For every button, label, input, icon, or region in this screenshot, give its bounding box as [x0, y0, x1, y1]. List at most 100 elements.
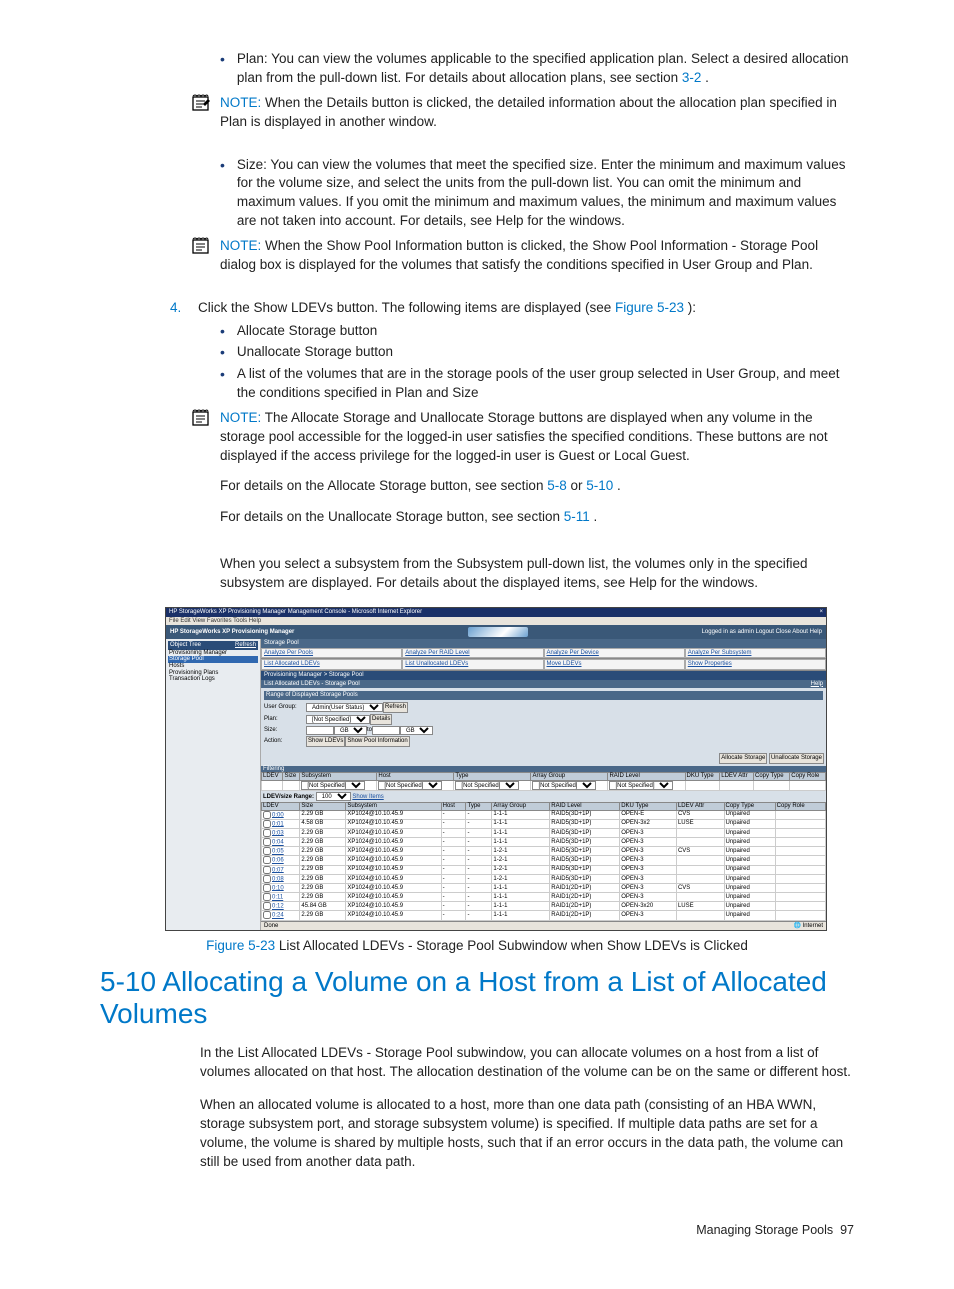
ldev-link[interactable]: 0:01 [272, 821, 284, 827]
col-header: LDEV Attr [720, 773, 754, 781]
allocate-button[interactable]: Allocate Storage [719, 753, 767, 764]
row-checkbox[interactable] [263, 893, 271, 901]
note-plan: NOTE: When the Details button is clicked… [190, 94, 854, 132]
row-checkbox[interactable] [263, 820, 271, 828]
subwindow-title: List Allocated LDEVs - Storage Pool Help [261, 680, 826, 689]
figure-5-23: HP StorageWorks XP Provisioning Manager … [165, 607, 854, 931]
statusbar: Done 🌐 Internet [261, 921, 826, 931]
ldev-link[interactable]: 0:24 [272, 913, 284, 919]
size-unit-select[interactable]: GB [334, 726, 367, 735]
range-select[interactable]: 100 [316, 792, 351, 801]
link-5-11[interactable]: 5-11 [564, 509, 594, 524]
bullet-dot-icon: • [220, 343, 225, 363]
row-checkbox[interactable] [263, 856, 271, 864]
col-header: Type [466, 802, 492, 810]
row-checkbox[interactable] [263, 829, 271, 837]
note1-text: When the Details button is clicked, the … [220, 95, 837, 129]
tab[interactable]: Analyze Per Pools [261, 648, 402, 659]
row-checkbox[interactable] [263, 884, 271, 892]
link-figure-5-23[interactable]: Figure 5-23 [615, 300, 684, 315]
size-min-input[interactable] [306, 726, 334, 735]
filter-select[interactable]: [Not Specified] [455, 781, 519, 790]
size-max-input[interactable] [372, 726, 400, 735]
body-p2: When an allocated volume is allocated to… [200, 1096, 854, 1172]
row-checkbox[interactable] [263, 911, 271, 919]
filter-select[interactable]: [Not Specified] [532, 781, 596, 790]
ldev-link[interactable]: 0:06 [272, 858, 284, 864]
show-items-link[interactable]: Show Items [352, 794, 383, 800]
show-poolinfo-button[interactable]: Show Pool Information [345, 736, 409, 747]
user-links[interactable]: Logged in as admin Logout Close About He… [702, 629, 822, 636]
col-header: Host [441, 802, 466, 810]
details-button[interactable]: Details [370, 714, 392, 725]
tab[interactable]: Move LDEVs [544, 659, 685, 670]
bullet-dot-icon: • [220, 365, 225, 403]
note-poolinfo: NOTE: When the Show Pool Information but… [190, 237, 854, 275]
tab[interactable]: Analyze Per Device [544, 648, 685, 659]
col-header: LDEV [262, 773, 283, 781]
row-checkbox[interactable] [263, 866, 271, 874]
col-header: Copy Role [775, 802, 825, 810]
help-link[interactable]: Help [811, 681, 823, 688]
col-header: DKU Type [685, 773, 720, 781]
tab[interactable]: List Unallocated LDEVs [402, 659, 543, 670]
row-checkbox[interactable] [263, 875, 271, 883]
ldev-link[interactable]: 0:08 [272, 876, 284, 882]
nav-item[interactable]: Transaction Logs [168, 676, 258, 683]
action-buttons: Allocate Storage Unallocate Storage [261, 751, 826, 766]
close-icon[interactable]: × [819, 609, 823, 616]
ldev-link[interactable]: 0:03 [272, 830, 284, 836]
plan-select[interactable]: [Not Specified] [306, 715, 370, 724]
ldev-link[interactable]: 0:00 [272, 812, 284, 818]
ldev-table: LDEVSizeSubsystemHostTypeArray GroupRAID… [261, 772, 826, 791]
ldev-link[interactable]: 0:10 [272, 885, 284, 891]
col-header: Size [283, 773, 300, 781]
filter-select[interactable]: [Not Specified] [378, 781, 442, 790]
tab[interactable]: Show Properties [685, 659, 826, 670]
nav-item-selected[interactable]: Storage Pool [168, 656, 258, 663]
tab[interactable]: Analyze Per RAID Level [402, 648, 543, 659]
link-3-2[interactable]: 3-2 [682, 70, 705, 85]
ldev-link[interactable]: 0:04 [272, 840, 284, 846]
usergroup-select[interactable]: Admin(User Status) [306, 703, 383, 712]
col-header: Subsystem [300, 773, 377, 781]
note-icon [190, 409, 212, 427]
note2-text: When the Show Pool Information button is… [220, 238, 818, 272]
tab[interactable]: List Allocated LDEVs [261, 659, 402, 670]
ldev-link[interactable]: 0:05 [272, 849, 284, 855]
row-checkbox[interactable] [263, 811, 271, 819]
nav-item[interactable]: Provisioning Manager [168, 650, 258, 657]
row-checkbox[interactable] [263, 902, 271, 910]
ldev-link[interactable]: 0:07 [272, 867, 284, 873]
size-unit-select[interactable]: GB [400, 726, 433, 735]
refresh-button[interactable]: Refresh [383, 702, 408, 713]
table-row: 0:002.29 GBXP1024@10.10.45.9--1-1-1RAID5… [262, 810, 826, 819]
show-ldevs-button[interactable]: Show LDEVs [306, 736, 345, 747]
figure-label: Figure 5-23 [206, 938, 275, 953]
nav-item[interactable]: Provisioning Plans [168, 670, 258, 677]
nav-item[interactable]: Hosts [168, 663, 258, 670]
bullet-size: • Size: You can view the volumes that me… [220, 156, 854, 232]
table-row: 0:1245.84 GBXP1024@10.10.45.9--1-1-1RAID… [262, 902, 826, 911]
note3-p1: The Allocate Storage and Unallocate Stor… [220, 410, 828, 463]
filter-select[interactable]: [Not Specified] [301, 781, 365, 790]
link-5-8[interactable]: 5-8 [547, 478, 570, 493]
tab[interactable]: Analyze Per Subsystem [685, 648, 826, 659]
note-icon [190, 237, 212, 255]
refresh-link[interactable]: Refresh [235, 642, 256, 649]
ldev-link[interactable]: 0:12 [272, 904, 284, 910]
ldev-link[interactable]: 0:11 [272, 895, 283, 901]
row-checkbox[interactable] [263, 838, 271, 846]
menubar[interactable]: File Edit View Favorites Tools Help [166, 617, 826, 626]
breadcrumb: Provisioning Manager > Storage Pool [261, 671, 826, 680]
brand-swoosh-icon [468, 627, 528, 637]
brand-label: HP StorageWorks XP Provisioning Manager [170, 629, 294, 635]
unallocate-button[interactable]: Unallocate Storage [769, 753, 824, 764]
step4-a: Allocate Storage button [237, 322, 377, 342]
col-header: Host [377, 773, 454, 781]
pager: LDEV/size Range: 100 Show Items [261, 791, 826, 802]
link-5-10[interactable]: 5-10 [586, 478, 617, 493]
row-checkbox[interactable] [263, 847, 271, 855]
filter-select[interactable]: [Not Specified] [609, 781, 673, 790]
note-label: NOTE: [220, 238, 265, 253]
